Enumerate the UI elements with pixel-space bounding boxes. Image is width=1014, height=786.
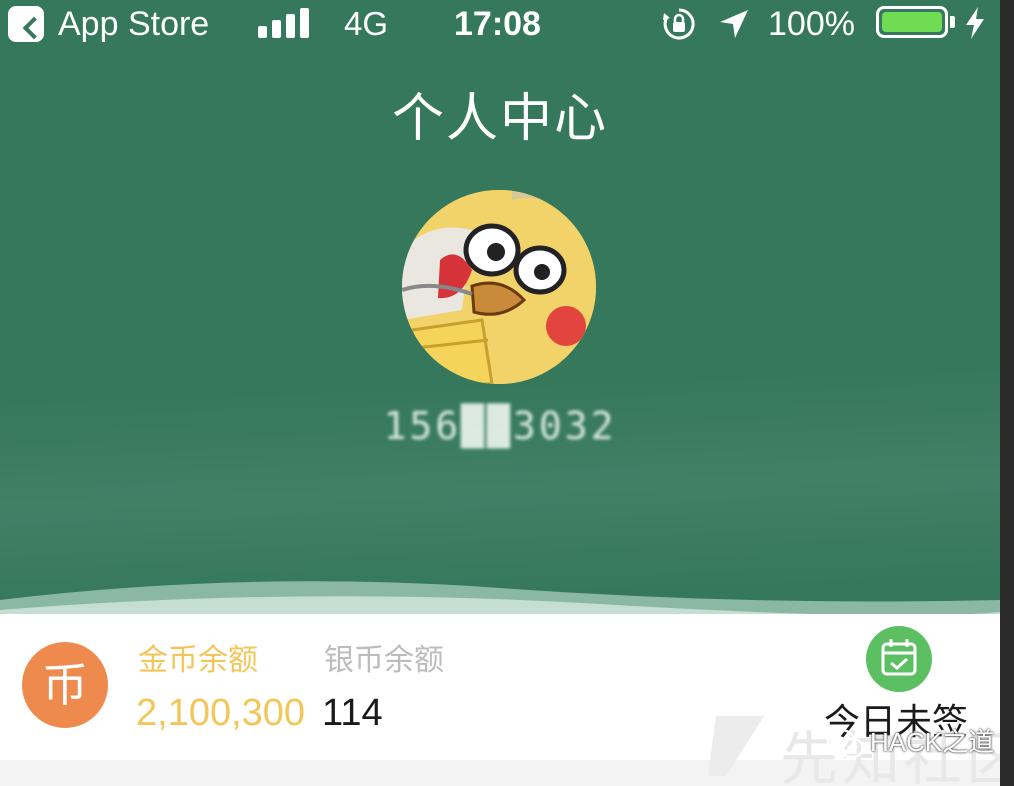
- gold-balance-label[interactable]: 金币余额: [138, 640, 258, 682]
- profile-header: App Store 4G 17:08 100% 个人中心 156██3032: [0, 0, 1000, 630]
- coin-icon: 币: [22, 642, 108, 728]
- signal-bars-icon: [258, 8, 314, 38]
- watermark-logo-icon: [708, 716, 764, 776]
- wechat-icon: [826, 728, 865, 759]
- calendar-icon: [881, 639, 917, 676]
- checkin-calendar-icon[interactable]: [866, 626, 932, 692]
- rotation-lock-icon: [663, 8, 695, 40]
- watermark-text: HACK之道: [870, 727, 995, 757]
- location-arrow-icon: [720, 10, 748, 38]
- battery-nub: [950, 16, 955, 28]
- avatar[interactable]: [402, 190, 596, 384]
- battery-fill: [882, 12, 942, 32]
- back-app-label[interactable]: App Store: [58, 2, 209, 46]
- back-to-app-button[interactable]: [8, 6, 46, 42]
- charging-bolt-icon: [966, 7, 984, 39]
- silver-balance-label[interactable]: 银币余额: [324, 640, 444, 682]
- status-time: 17:08: [454, 5, 541, 43]
- battery-icon: [876, 6, 948, 38]
- network-type: 4G: [344, 5, 389, 42]
- back-arrow-icon: [22, 16, 46, 40]
- silver-balance-value: 114: [322, 692, 383, 734]
- screen-edge: [1000, 0, 1014, 786]
- avatar-cartoon-chick: [402, 190, 596, 384]
- phone-screen: App Store 4G 17:08 100% 个人中心 156██3032 币…: [0, 0, 1000, 786]
- page-title: 个人中心: [391, 89, 608, 149]
- battery-percent: 100%: [768, 5, 855, 43]
- masked-phone-number: 156██3032: [383, 404, 617, 448]
- gold-balance-value: 2,100,300: [136, 692, 306, 734]
